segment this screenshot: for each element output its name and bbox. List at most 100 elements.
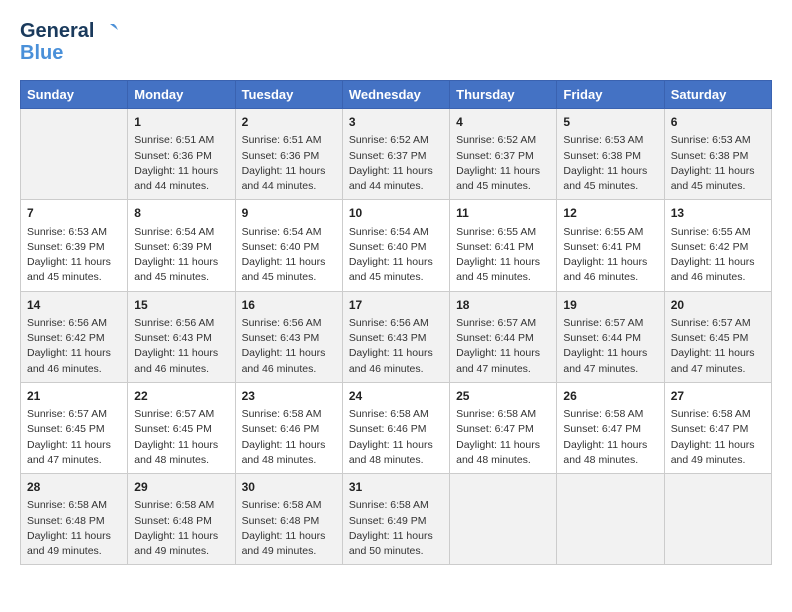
calendar-cell: 1Sunrise: 6:51 AMSunset: 6:36 PMDaylight… bbox=[128, 109, 235, 200]
logo: General Blue bbox=[20, 20, 118, 64]
calendar-cell: 8Sunrise: 6:54 AMSunset: 6:39 PMDaylight… bbox=[128, 200, 235, 291]
day-info: Sunrise: 6:57 AM bbox=[563, 316, 657, 331]
day-number: 13 bbox=[671, 205, 765, 222]
day-info: Sunrise: 6:52 AM bbox=[456, 133, 550, 148]
day-info: Sunrise: 6:57 AM bbox=[134, 407, 228, 422]
week-row-5: 28Sunrise: 6:58 AMSunset: 6:48 PMDayligh… bbox=[21, 474, 772, 565]
day-info: Sunset: 6:44 PM bbox=[456, 331, 550, 346]
calendar-cell: 28Sunrise: 6:58 AMSunset: 6:48 PMDayligh… bbox=[21, 474, 128, 565]
day-info: Sunset: 6:47 PM bbox=[671, 422, 765, 437]
calendar-cell: 24Sunrise: 6:58 AMSunset: 6:46 PMDayligh… bbox=[342, 382, 449, 473]
day-info: Daylight: 11 hours and 50 minutes. bbox=[349, 529, 443, 559]
day-info: Daylight: 11 hours and 45 minutes. bbox=[456, 164, 550, 194]
day-number: 21 bbox=[27, 388, 121, 405]
calendar-cell: 6Sunrise: 6:53 AMSunset: 6:38 PMDaylight… bbox=[664, 109, 771, 200]
day-info: Sunrise: 6:58 AM bbox=[242, 498, 336, 513]
day-info: Daylight: 11 hours and 48 minutes. bbox=[349, 438, 443, 468]
week-row-3: 14Sunrise: 6:56 AMSunset: 6:42 PMDayligh… bbox=[21, 291, 772, 382]
day-info: Sunrise: 6:58 AM bbox=[349, 407, 443, 422]
day-info: Sunset: 6:43 PM bbox=[349, 331, 443, 346]
calendar-cell: 19Sunrise: 6:57 AMSunset: 6:44 PMDayligh… bbox=[557, 291, 664, 382]
day-info: Sunrise: 6:58 AM bbox=[349, 498, 443, 513]
day-info: Daylight: 11 hours and 48 minutes. bbox=[563, 438, 657, 468]
day-info: Sunset: 6:39 PM bbox=[27, 240, 121, 255]
day-info: Sunset: 6:43 PM bbox=[134, 331, 228, 346]
calendar-header: SundayMondayTuesdayWednesdayThursdayFrid… bbox=[21, 81, 772, 109]
calendar-cell: 15Sunrise: 6:56 AMSunset: 6:43 PMDayligh… bbox=[128, 291, 235, 382]
day-info: Sunset: 6:42 PM bbox=[27, 331, 121, 346]
day-info: Daylight: 11 hours and 45 minutes. bbox=[349, 255, 443, 285]
day-info: Sunset: 6:40 PM bbox=[349, 240, 443, 255]
day-header-wednesday: Wednesday bbox=[342, 81, 449, 109]
day-number: 20 bbox=[671, 297, 765, 314]
calendar-cell: 2Sunrise: 6:51 AMSunset: 6:36 PMDaylight… bbox=[235, 109, 342, 200]
calendar-cell: 29 Sunrise: 6:58 AMSunset: 6:48 PMDayligh… bbox=[128, 474, 235, 565]
calendar-cell: 10Sunrise: 6:54 AMSunset: 6:40 PMDayligh… bbox=[342, 200, 449, 291]
day-header-row: SundayMondayTuesdayWednesdayThursdayFrid… bbox=[21, 81, 772, 109]
calendar-cell: 25Sunrise: 6:58 AMSunset: 6:47 PMDayligh… bbox=[450, 382, 557, 473]
calendar-cell: 31Sunrise: 6:58 AMSunset: 6:49 PMDayligh… bbox=[342, 474, 449, 565]
calendar-cell: 21Sunrise: 6:57 AMSunset: 6:45 PMDayligh… bbox=[21, 382, 128, 473]
calendar-cell: 13Sunrise: 6:55 AMSunset: 6:42 PMDayligh… bbox=[664, 200, 771, 291]
day-info: Daylight: 11 hours and 45 minutes. bbox=[456, 255, 550, 285]
calendar-table: SundayMondayTuesdayWednesdayThursdayFrid… bbox=[20, 80, 772, 565]
day-info: Daylight: 11 hours and 48 minutes. bbox=[242, 438, 336, 468]
day-info: Sunrise: 6:58 AM bbox=[456, 407, 550, 422]
calendar-cell: 16Sunrise: 6:56 AMSunset: 6:43 PMDayligh… bbox=[235, 291, 342, 382]
day-number: 22 bbox=[134, 388, 228, 405]
day-header-thursday: Thursday bbox=[450, 81, 557, 109]
day-info: Sunrise: 6:58 AM bbox=[134, 498, 228, 513]
day-info: Sunrise: 6:57 AM bbox=[671, 316, 765, 331]
calendar-cell: 22Sunrise: 6:57 AMSunset: 6:45 PMDayligh… bbox=[128, 382, 235, 473]
day-info: Sunset: 6:48 PM bbox=[242, 514, 336, 529]
day-info: Daylight: 11 hours and 47 minutes. bbox=[671, 346, 765, 376]
day-info: Sunset: 6:46 PM bbox=[242, 422, 336, 437]
day-info: Sunset: 6:45 PM bbox=[27, 422, 121, 437]
day-info: Sunset: 6:49 PM bbox=[349, 514, 443, 529]
day-info: Daylight: 11 hours and 46 minutes. bbox=[563, 255, 657, 285]
day-info: Sunrise: 6:56 AM bbox=[349, 316, 443, 331]
calendar-cell bbox=[21, 109, 128, 200]
day-info: Sunset: 6:40 PM bbox=[242, 240, 336, 255]
calendar-cell: 11Sunrise: 6:55 AMSunset: 6:41 PMDayligh… bbox=[450, 200, 557, 291]
day-info: Daylight: 11 hours and 45 minutes. bbox=[563, 164, 657, 194]
day-info: Daylight: 11 hours and 49 minutes. bbox=[134, 529, 228, 559]
day-info: Sunrise: 6:55 AM bbox=[563, 225, 657, 240]
calendar-cell: 18Sunrise: 6:57 AMSunset: 6:44 PMDayligh… bbox=[450, 291, 557, 382]
day-number: 29 bbox=[134, 479, 228, 496]
day-number: 15 bbox=[134, 297, 228, 314]
calendar-cell: 27Sunrise: 6:58 AMSunset: 6:47 PMDayligh… bbox=[664, 382, 771, 473]
day-info: Sunset: 6:43 PM bbox=[242, 331, 336, 346]
day-info: Sunset: 6:48 PM bbox=[134, 514, 228, 529]
logo-blue: Blue bbox=[20, 42, 63, 64]
day-info: Daylight: 11 hours and 49 minutes. bbox=[27, 529, 121, 559]
calendar-cell: 5Sunrise: 6:53 AMSunset: 6:38 PMDaylight… bbox=[557, 109, 664, 200]
day-info: Sunrise: 6:51 AM bbox=[242, 133, 336, 148]
day-number: 17 bbox=[349, 297, 443, 314]
day-header-saturday: Saturday bbox=[664, 81, 771, 109]
day-info: Sunset: 6:36 PM bbox=[242, 149, 336, 164]
day-number: 24 bbox=[349, 388, 443, 405]
day-number: 23 bbox=[242, 388, 336, 405]
calendar-cell: 3Sunrise: 6:52 AMSunset: 6:37 PMDaylight… bbox=[342, 109, 449, 200]
day-info: Daylight: 11 hours and 45 minutes. bbox=[242, 255, 336, 285]
day-info: Sunrise: 6:57 AM bbox=[456, 316, 550, 331]
calendar-cell: 17Sunrise: 6:56 AMSunset: 6:43 PMDayligh… bbox=[342, 291, 449, 382]
calendar-cell bbox=[664, 474, 771, 565]
day-info: Daylight: 11 hours and 44 minutes. bbox=[134, 164, 228, 194]
day-info: Daylight: 11 hours and 44 minutes. bbox=[242, 164, 336, 194]
day-info: Daylight: 11 hours and 45 minutes. bbox=[134, 255, 228, 285]
logo-bird-icon bbox=[96, 20, 118, 42]
calendar-cell: 20Sunrise: 6:57 AMSunset: 6:45 PMDayligh… bbox=[664, 291, 771, 382]
calendar-cell: 7Sunrise: 6:53 AMSunset: 6:39 PMDaylight… bbox=[21, 200, 128, 291]
day-info: Sunrise: 6:53 AM bbox=[563, 133, 657, 148]
day-info: Daylight: 11 hours and 46 minutes. bbox=[671, 255, 765, 285]
calendar-cell: 30Sunrise: 6:58 AMSunset: 6:48 PMDayligh… bbox=[235, 474, 342, 565]
day-info: Sunset: 6:47 PM bbox=[456, 422, 550, 437]
day-info: Sunset: 6:48 PM bbox=[27, 514, 121, 529]
day-info: Sunrise: 6:58 AM bbox=[563, 407, 657, 422]
day-info: Daylight: 11 hours and 48 minutes. bbox=[456, 438, 550, 468]
day-header-tuesday: Tuesday bbox=[235, 81, 342, 109]
day-info: Sunset: 6:44 PM bbox=[563, 331, 657, 346]
day-header-sunday: Sunday bbox=[21, 81, 128, 109]
